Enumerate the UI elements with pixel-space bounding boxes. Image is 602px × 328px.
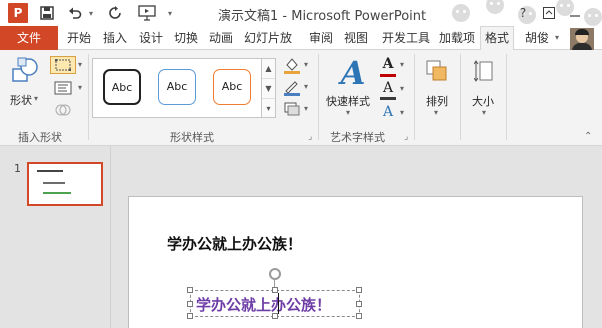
shape-outline-dropdown-icon[interactable]: ▾	[304, 82, 308, 91]
ribbon-tab-row: 文件 开始 插入 设计 切换 动画 幻灯片放 审阅 视图 开发工具 加载项 格式…	[0, 26, 602, 51]
tab-slideshow[interactable]: 幻灯片放	[241, 26, 295, 50]
resize-handle[interactable]	[356, 287, 362, 293]
quick-styles-dropdown-icon[interactable]: ▾	[346, 108, 350, 117]
resize-handle[interactable]	[187, 313, 193, 319]
resize-handle[interactable]	[187, 301, 193, 307]
slide-thumbnail[interactable]	[27, 162, 103, 206]
text-outline-color-bar	[380, 97, 396, 100]
tab-home[interactable]: 开始	[64, 26, 94, 50]
arrange-dropdown-icon[interactable]: ▾	[434, 108, 438, 117]
slide-title-text[interactable]: 学办公就上办公族！	[167, 233, 302, 254]
shape-fill-dropdown-icon[interactable]: ▾	[304, 60, 308, 69]
text-fill-dropdown-icon[interactable]: ▾	[400, 60, 404, 69]
wordart-launcher-icon[interactable]: ⌟	[404, 132, 408, 142]
undo-icon[interactable]	[66, 3, 84, 23]
user-name[interactable]: 胡俊	[522, 26, 552, 50]
shape-outline-icon[interactable]	[282, 78, 302, 96]
shape-style-swatch[interactable]: Abc	[213, 69, 251, 105]
text-box-icon[interactable]	[50, 80, 76, 96]
edit-shape-dropdown-icon[interactable]: ▾	[78, 60, 82, 69]
tab-view[interactable]: 视图	[341, 26, 371, 50]
shape-styles-launcher-icon[interactable]: ⌟	[308, 132, 312, 142]
powerpoint-logo-icon: P	[8, 3, 28, 23]
insert-shapes-group-label: 插入形状	[18, 131, 62, 144]
pane-divider[interactable]	[110, 146, 111, 328]
shape-dropdown-icon[interactable]: ▾	[34, 94, 38, 103]
shapes-icon[interactable]	[10, 56, 40, 86]
text-cursor	[278, 293, 279, 314]
rotation-handle-icon[interactable]	[269, 268, 281, 280]
text-outline-dropdown-icon[interactable]: ▾	[400, 84, 404, 93]
selected-text-box[interactable]: 学办公就上办公族！	[187, 287, 362, 319]
tab-transitions[interactable]: 切换	[171, 26, 201, 50]
ribbon-display-options-icon[interactable]	[540, 3, 558, 23]
help-icon[interactable]: ?	[514, 3, 532, 23]
size-icon[interactable]	[472, 58, 498, 84]
text-outline-icon[interactable]: A	[380, 80, 396, 96]
customize-dropdown-icon[interactable]: ▾	[164, 3, 176, 23]
tab-addins[interactable]: 加载项	[436, 26, 478, 50]
text-box-dropdown-icon[interactable]: ▾	[78, 83, 82, 92]
tab-design[interactable]: 设计	[136, 26, 166, 50]
start-slideshow-icon[interactable]	[136, 3, 158, 23]
tab-review[interactable]: 审阅	[306, 26, 336, 50]
tab-developer[interactable]: 开发工具	[378, 26, 434, 50]
gallery-more-icon[interactable]: ▾	[262, 99, 275, 119]
save-icon[interactable]	[38, 3, 56, 23]
size-dropdown-icon[interactable]: ▾	[482, 108, 486, 117]
shape-style-swatch[interactable]: Abc	[103, 69, 141, 105]
tab-format[interactable]: 格式	[480, 26, 514, 51]
text-fill-icon[interactable]: A	[380, 56, 396, 72]
text-fill-color-bar	[380, 74, 396, 77]
arrange-icon[interactable]	[424, 58, 450, 84]
window-title: 演示文稿1 - Microsoft PowerPoint	[218, 9, 427, 24]
merge-shapes-icon[interactable]	[50, 102, 76, 118]
slide-canvas[interactable]: 学办公就上办公族！ 学办公就上办公族！	[128, 196, 583, 328]
selected-wordart-text[interactable]: 学办公就上办公族！	[196, 294, 331, 315]
minimize-icon[interactable]	[566, 3, 584, 23]
user-dropdown-icon[interactable]: ▾	[552, 26, 562, 50]
redo-icon[interactable]	[106, 3, 124, 23]
gallery-scroll-up-icon[interactable]: ▲	[262, 59, 275, 79]
text-effects-icon[interactable]: A	[380, 104, 396, 120]
resize-handle[interactable]	[356, 301, 362, 307]
tab-file[interactable]: 文件	[0, 26, 58, 50]
resize-handle[interactable]	[272, 287, 278, 293]
shape-styles-gallery[interactable]: Abc Abc Abc	[92, 58, 262, 118]
edit-shape-icon[interactable]	[50, 56, 76, 74]
shape-button-label[interactable]: 形状	[10, 92, 32, 108]
undo-dropdown-icon[interactable]: ▾	[86, 3, 96, 23]
shape-fill-icon[interactable]	[282, 56, 302, 74]
resize-handle[interactable]	[187, 287, 193, 293]
shape-effects-dropdown-icon[interactable]: ▾	[304, 104, 308, 113]
avatar[interactable]	[570, 28, 594, 50]
tab-insert[interactable]: 插入	[100, 26, 130, 50]
title-bar: P ▾ ▾ 演示文稿1 - Microsoft PowerPoint ?	[0, 0, 602, 26]
tab-animations[interactable]: 动画	[206, 26, 236, 50]
quick-styles-icon[interactable]: A	[336, 56, 370, 90]
slides-pane: 1	[0, 146, 110, 328]
gallery-scrollbar[interactable]: ▲ ▼ ▾	[262, 58, 276, 118]
gallery-scroll-down-icon[interactable]: ▼	[262, 79, 275, 99]
ribbon: 形状 ▾ ▾ ▾ 插入形状 Abc Abc Abc ▲ ▼ ▾ ▾ ▾ ▾ 形状…	[0, 50, 602, 146]
shape-styles-group-label: 形状样式	[170, 131, 214, 144]
shape-effects-icon[interactable]	[282, 100, 302, 118]
shape-style-swatch[interactable]: Abc	[158, 69, 196, 105]
resize-handle[interactable]	[272, 313, 278, 319]
collapse-ribbon-icon[interactable]: ⌃	[584, 131, 592, 142]
wordart-group-label: 艺术字样式	[330, 131, 385, 144]
size-button-label[interactable]: 大小	[472, 93, 494, 109]
resize-handle[interactable]	[356, 313, 362, 319]
quick-styles-button-label[interactable]: 快速样式	[326, 93, 370, 109]
text-effects-dropdown-icon[interactable]: ▾	[400, 108, 404, 117]
arrange-button-label[interactable]: 排列	[426, 93, 448, 109]
slide-number: 1	[14, 162, 21, 175]
